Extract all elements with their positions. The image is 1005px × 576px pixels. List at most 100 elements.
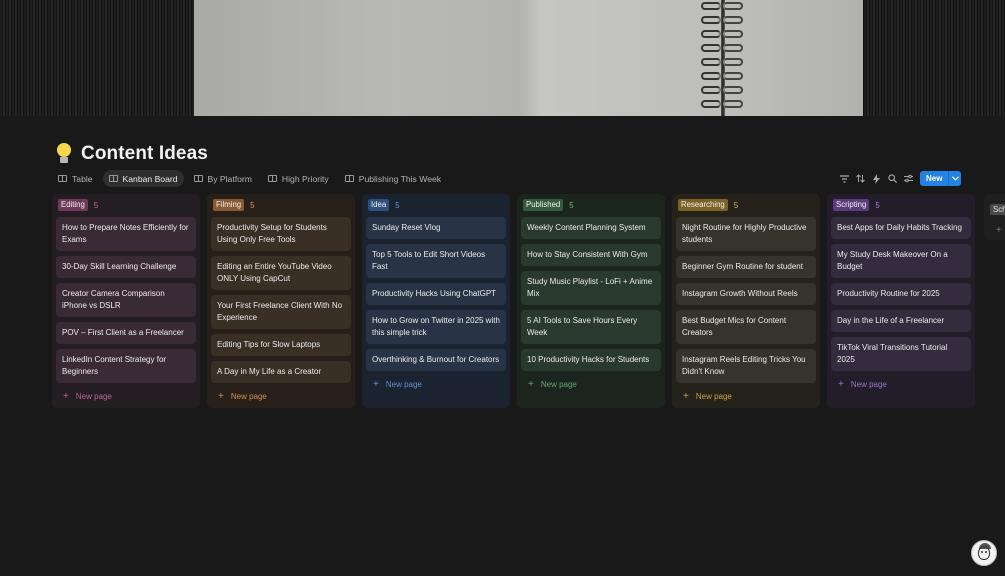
- new-page-label: New page: [540, 379, 577, 389]
- card[interactable]: How to Prepare Notes Efficiently for Exa…: [56, 217, 196, 251]
- card[interactable]: Editing an Entire YouTube Video ONLY Usi…: [211, 256, 351, 290]
- card[interactable]: Best Budget Mics for Content Creators: [676, 310, 816, 344]
- card[interactable]: A Day in My Life as a Creator: [211, 361, 351, 383]
- status-tag: Researching: [678, 199, 728, 211]
- search-icon[interactable]: [886, 171, 899, 186]
- card[interactable]: 30-Day Skill Learning Challenge: [56, 256, 196, 278]
- table-icon: [267, 175, 277, 182]
- card[interactable]: LinkedIn Content Strategy for Beginners: [56, 349, 196, 383]
- tab-kanban-board[interactable]: Kanban Board: [102, 170, 184, 187]
- status-tag: Published: [523, 199, 564, 211]
- card[interactable]: How to Grow on Twitter in 2025 with this…: [366, 310, 506, 344]
- card[interactable]: Instagram Growth Without Reels: [676, 283, 816, 305]
- card-count: 5: [250, 200, 255, 210]
- card[interactable]: Productivity Setup for Students Using On…: [211, 217, 351, 251]
- plus-icon: +: [683, 390, 689, 402]
- plus-icon: +: [528, 378, 534, 390]
- status-tag: Idea: [368, 199, 390, 211]
- tab-label: Publishing This Week: [358, 173, 442, 184]
- card[interactable]: Productivity Routine for 2025: [831, 283, 971, 305]
- card[interactable]: Day in the Life of a Freelancer: [831, 310, 971, 332]
- card[interactable]: 5 AI Tools to Save Hours Every Week: [521, 310, 661, 344]
- card[interactable]: Weekly Content Planning System: [521, 217, 661, 239]
- card-count: 5: [569, 200, 574, 210]
- new-page-button[interactable]: + New page: [56, 388, 196, 404]
- card[interactable]: Night Routine for Highly Productive stud…: [676, 217, 816, 251]
- page-title[interactable]: Content Ideas: [81, 143, 208, 165]
- column-published: Published 5 Weekly Content Planning Syst…: [517, 194, 665, 408]
- status-tag: Editing: [58, 199, 88, 211]
- plus-icon: +: [373, 378, 379, 390]
- spiral-binding: [699, 0, 747, 116]
- tab-label: Kanban Board: [122, 173, 178, 184]
- page-header: Content Ideas: [55, 141, 208, 167]
- card-count: 5: [875, 200, 880, 210]
- tab-publishing-this-week[interactable]: Publishing This Week: [339, 170, 447, 187]
- settings-icon[interactable]: [902, 171, 915, 186]
- plus-icon[interactable]: +: [996, 225, 1005, 236]
- cover-image[interactable]: [0, 0, 1005, 116]
- new-page-label: New page: [385, 379, 422, 389]
- view-tabs: Table Kanban Board By Platform High Prio…: [52, 170, 447, 187]
- new-page-label: New page: [75, 391, 112, 401]
- column-header[interactable]: Scripting 5: [833, 199, 971, 211]
- column-partial: Sch +: [984, 194, 1005, 240]
- chevron-down-icon[interactable]: [948, 171, 961, 186]
- sort-icon[interactable]: [854, 171, 867, 186]
- tab-by-platform[interactable]: By Platform: [188, 170, 258, 187]
- new-button[interactable]: New: [920, 171, 962, 186]
- card[interactable]: Editing Tips for Slow Laptops: [211, 334, 351, 356]
- new-page-button[interactable]: + New page: [521, 376, 661, 392]
- new-page-label: New page: [850, 379, 887, 389]
- column-header[interactable]: Idea 5: [368, 199, 506, 211]
- card[interactable]: Best Apps for Daily Habits Tracking: [831, 217, 971, 239]
- help-avatar-button[interactable]: [971, 540, 997, 566]
- card[interactable]: Instagram Reels Editing Tricks You Didn'…: [676, 349, 816, 383]
- table-icon: [344, 175, 354, 182]
- card-count: 5: [93, 200, 99, 210]
- card[interactable]: Top 5 Tools to Edit Short Videos Fast: [366, 244, 506, 278]
- card-count: 5: [733, 200, 739, 210]
- new-page-button[interactable]: + New page: [211, 388, 351, 404]
- card[interactable]: Beginner Gym Routine for student: [676, 256, 816, 278]
- notebook-photo: [194, 0, 863, 116]
- new-page-button[interactable]: + New page: [676, 388, 816, 404]
- new-page-button[interactable]: + New page: [831, 376, 971, 392]
- column-editing: Editing 5 How to Prepare Notes Efficient…: [52, 194, 200, 408]
- column-header[interactable]: Researching 5: [678, 199, 816, 211]
- card[interactable]: My Study Desk Makeover On a Budget: [831, 244, 971, 278]
- card[interactable]: POV – First Client as a Freelancer: [56, 322, 196, 344]
- card[interactable]: Sunday Reset Vlog: [366, 217, 506, 239]
- card[interactable]: Productivity Hacks Using ChatGPT: [366, 283, 506, 305]
- tab-label: By Platform: [207, 173, 252, 184]
- card[interactable]: TikTok Viral Transitions Tutorial 2025: [831, 337, 971, 371]
- card[interactable]: Your First Freelance Client With No Expe…: [211, 295, 351, 329]
- table-icon: [58, 175, 67, 182]
- tab-table[interactable]: Table: [52, 170, 99, 187]
- column-scripting: Scripting 5 Best Apps for Daily Habits T…: [827, 194, 975, 408]
- new-page-button[interactable]: + New page: [366, 376, 506, 392]
- lightbulb-icon[interactable]: [55, 143, 75, 165]
- new-page-label: New page: [695, 391, 732, 401]
- database-toolbar: New: [838, 171, 962, 186]
- new-button-label: New: [926, 174, 943, 183]
- table-icon: [193, 175, 203, 182]
- card[interactable]: Overthinking & Burnout for Creators: [366, 349, 506, 371]
- column-filming: Filming 5 Productivity Setup for Student…: [207, 194, 355, 408]
- column-idea: Idea 5 Sunday Reset Vlog Top 5 Tools to …: [362, 194, 510, 408]
- card[interactable]: How to Stay Consistent With Gym: [521, 244, 661, 266]
- status-tag: Scripting: [833, 199, 870, 211]
- column-header[interactable]: Published 5: [523, 199, 661, 211]
- filter-icon[interactable]: [838, 171, 851, 186]
- tab-label: Table: [72, 173, 93, 184]
- card[interactable]: 10 Productivity Hacks for Students: [521, 349, 661, 371]
- new-page-label: New page: [230, 391, 267, 401]
- kanban-board: Editing 5 How to Prepare Notes Efficient…: [52, 194, 975, 408]
- lightning-icon[interactable]: [870, 171, 883, 186]
- tab-label: High Priority: [281, 173, 329, 184]
- column-header[interactable]: Editing 5: [58, 199, 196, 211]
- card[interactable]: Study Music Playlist - LoFi + Anime Mix: [521, 271, 661, 305]
- tab-high-priority[interactable]: High Priority: [262, 170, 335, 187]
- card[interactable]: Creator Camera Comparison iPhone vs DSLR: [56, 283, 196, 317]
- column-header[interactable]: Filming 5: [213, 199, 351, 211]
